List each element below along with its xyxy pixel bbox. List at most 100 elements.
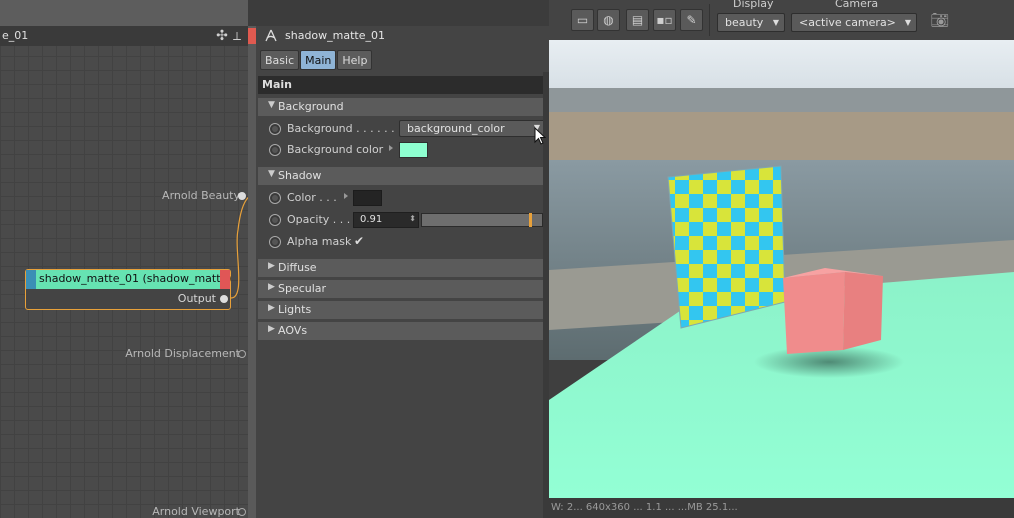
port-label-viewport: Arnold Viewport xyxy=(152,505,240,518)
panel-splitter[interactable] xyxy=(248,26,256,518)
opacity-input[interactable]: 0.91 ⬍ xyxy=(353,212,419,228)
port-connector-viewport[interactable] xyxy=(238,508,246,516)
section-shadow[interactable]: ▼ Shadow xyxy=(258,167,546,185)
chevron-right-icon: ▶ xyxy=(268,261,275,271)
attr-label-background: Background . . . . . . . xyxy=(287,122,402,135)
port-connector-beauty[interactable] xyxy=(238,192,246,200)
section-specular-label: Specular xyxy=(278,282,327,295)
section-diffuse-label: Diffuse xyxy=(278,261,317,274)
node-title: shadow_matte_01 (shadow_matte) xyxy=(39,272,232,285)
brush-icon[interactable]: ✎ xyxy=(680,9,703,31)
node-output-label: Output xyxy=(177,292,216,305)
tab-basic[interactable]: Basic xyxy=(260,50,300,70)
scene-checker-board xyxy=(667,165,786,329)
port-connector-displacement[interactable] xyxy=(238,350,246,358)
tab-help[interactable]: Help xyxy=(337,50,373,70)
background-color-swatch[interactable] xyxy=(399,142,428,158)
background-dropdown[interactable]: background_color ▼ xyxy=(399,120,545,137)
render-status-text: W: 2... 640x360 ... 1.1 ... ...MB 25.1..… xyxy=(551,502,738,513)
render-toolbar: ▭ ◍ ▤ ▪▫ ✎ Display beauty ▼ Camera <acti… xyxy=(549,0,1014,40)
chevron-right-icon: ▶ xyxy=(268,282,275,292)
opacity-value: 0.91 xyxy=(360,214,383,225)
section-background-label: Background xyxy=(278,100,344,113)
main-group-header: Main xyxy=(258,76,546,94)
connect-radio-icon[interactable] xyxy=(269,123,281,135)
section-diffuse[interactable]: ▶ Diffuse xyxy=(258,259,546,277)
attr-label-opacity: Opacity . . . xyxy=(287,213,351,226)
splitter-marker xyxy=(248,28,256,44)
attr-label-alpha-mask: Alpha mask xyxy=(287,235,352,248)
attr-row-background: Background . . . . . . . background_colo… xyxy=(258,119,546,139)
section-lights-label: Lights xyxy=(278,303,312,316)
port-arnold-viewport[interactable]: Arnold Viewport xyxy=(152,505,246,518)
expand-arrow-icon[interactable] xyxy=(344,193,348,199)
render-view-panel: ▭ ◍ ▤ ▪▫ ✎ Display beauty ▼ Camera <acti… xyxy=(549,0,1014,518)
chevron-down-icon: ▼ xyxy=(268,169,275,179)
connect-radio-icon[interactable] xyxy=(269,214,281,226)
opacity-slider-fill xyxy=(422,214,532,226)
display-dropdown[interactable]: beauty ▼ xyxy=(717,13,785,32)
attribute-editor: shadow_matte_01 Basic Main Help Main ▼ B… xyxy=(256,26,549,518)
camera-dropdown[interactable]: <active camera> ▼ xyxy=(791,13,917,32)
split-view-icon[interactable]: ▪▫ xyxy=(653,9,676,31)
port-label-beauty: Arnold Beauty xyxy=(162,189,240,202)
snapshot-icon[interactable]: 📷︎ xyxy=(929,10,951,30)
chevron-right-icon: ▶ xyxy=(268,303,275,313)
opacity-slider-handle[interactable] xyxy=(529,213,533,227)
scene-cube xyxy=(783,268,883,354)
connect-radio-icon[interactable] xyxy=(269,192,281,204)
display-dropdown-value: beauty xyxy=(725,16,764,29)
spinner-icon[interactable]: ⬍ xyxy=(409,214,416,223)
chevron-right-icon: ▶ xyxy=(268,324,275,334)
camera-caption: Camera xyxy=(835,0,879,10)
rendered-scene xyxy=(549,40,1014,498)
node-input-tab xyxy=(26,270,36,289)
node-status-tab xyxy=(220,270,230,289)
attr-row-alpha-mask: Alpha mask ✔ xyxy=(258,232,546,252)
connection-wire xyxy=(230,196,248,299)
node-graph-panel[interactable]: e_01 ✣ ⟂ Arnold Beauty Arnold Displaceme… xyxy=(0,0,248,518)
background-dropdown-value: background_color xyxy=(407,122,505,135)
connection-wire-path xyxy=(230,196,248,299)
node-header[interactable]: shadow_matte_01 (shadow_matte) xyxy=(26,270,232,289)
port-arnold-displacement[interactable]: Arnold Displacement xyxy=(125,347,246,360)
connect-radio-icon[interactable] xyxy=(269,236,281,248)
globe-icon[interactable]: ◍ xyxy=(597,9,620,31)
arnold-shader-icon xyxy=(264,29,278,43)
attr-label-shadow-color: Color . . . xyxy=(287,191,337,204)
section-lights[interactable]: ▶ Lights xyxy=(258,301,546,319)
render-status-bar: W: 2... 640x360 ... 1.1 ... ...MB 25.1..… xyxy=(549,498,1014,518)
chevron-down-icon: ▼ xyxy=(904,18,911,27)
attr-row-opacity: Opacity . . . 0.91 ⬍ xyxy=(258,210,546,230)
expand-arrow-icon[interactable] xyxy=(389,145,393,151)
toolbar-divider xyxy=(709,4,710,36)
attr-row-shadow-color: Color . . . xyxy=(258,188,546,208)
chevron-down-icon: ▼ xyxy=(268,100,275,110)
node-output-port[interactable] xyxy=(220,295,228,303)
render-image[interactable] xyxy=(549,40,1014,498)
chevron-down-icon: ▼ xyxy=(772,18,779,27)
section-aovs[interactable]: ▶ AOVs xyxy=(258,322,546,340)
shader-node[interactable]: shadow_matte_01 (shadow_matte) Output xyxy=(25,269,232,310)
camera-dropdown-value: <active camera> xyxy=(799,16,896,29)
attr-label-background-color: Background color xyxy=(287,143,384,156)
section-specular[interactable]: ▶ Specular xyxy=(258,280,546,298)
attribute-editor-header: shadow_matte_01 xyxy=(256,26,549,46)
window-icon[interactable]: ▤ xyxy=(626,9,649,31)
attribute-tabs: Basic Main Help xyxy=(260,50,373,70)
display-caption: Display xyxy=(733,0,774,10)
monitor-icon[interactable]: ▭ xyxy=(571,9,594,31)
port-arnold-beauty[interactable]: Arnold Beauty xyxy=(162,189,246,202)
opacity-slider[interactable] xyxy=(421,213,543,227)
section-background[interactable]: ▼ Background xyxy=(258,98,546,116)
connect-radio-icon[interactable] xyxy=(269,144,281,156)
shadow-color-swatch[interactable] xyxy=(353,190,382,206)
section-aovs-label: AOVs xyxy=(278,324,308,337)
port-label-displacement: Arnold Displacement xyxy=(125,347,240,360)
attr-row-background-color: Background color xyxy=(258,140,546,160)
main-group-label: Main xyxy=(262,78,292,91)
tab-main[interactable]: Main xyxy=(300,50,337,70)
attribute-editor-title: shadow_matte_01 xyxy=(285,29,385,42)
alpha-mask-checkbox[interactable]: ✔ xyxy=(352,234,366,248)
section-shadow-label: Shadow xyxy=(278,169,322,182)
